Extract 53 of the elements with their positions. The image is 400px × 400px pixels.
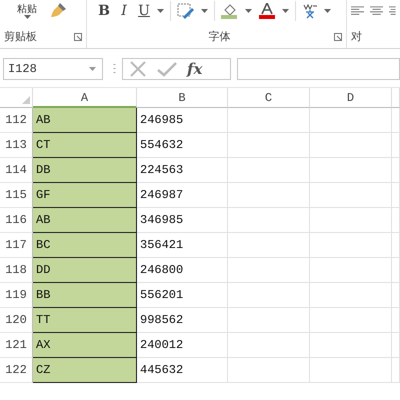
align-left-icon[interactable]	[351, 5, 364, 17]
table-cell: 224563	[137, 158, 228, 183]
group-label: 剪贴板	[4, 29, 37, 44]
table-cell: DB	[33, 158, 137, 183]
table-cell: 246987	[137, 183, 228, 208]
align-right-icon[interactable]	[389, 5, 396, 17]
phonetic-guide-icon[interactable]	[302, 3, 318, 19]
font-color-icon[interactable]	[258, 3, 276, 19]
table-cell: 998562	[137, 308, 228, 333]
table-cell: CT	[33, 133, 137, 158]
table-cell: GF	[33, 183, 137, 208]
table-cell: CZ	[33, 358, 137, 383]
format-button[interactable]: I	[117, 3, 131, 19]
table-cell: 246800	[137, 258, 228, 283]
format-button[interactable]: B	[97, 3, 111, 19]
formula-input[interactable]	[237, 58, 400, 80]
table-cell: DD	[33, 258, 137, 283]
dialog-launcher-icon[interactable]	[74, 32, 82, 40]
border-icon[interactable]	[177, 3, 195, 19]
dialog-launcher-icon[interactable]	[334, 32, 342, 40]
fill-color-icon[interactable]	[221, 3, 239, 19]
table-cell: AB	[33, 108, 137, 133]
caret-icon[interactable]	[157, 9, 164, 13]
table-cell: TT	[33, 308, 137, 333]
table-cell: 346985	[137, 208, 228, 233]
name-box[interactable]: I128	[3, 58, 103, 80]
column-header[interactable]: C	[228, 88, 310, 108]
table-cell: 246985	[137, 108, 228, 133]
table-cell: BB	[33, 283, 137, 308]
column-header[interactable]: B	[137, 88, 228, 108]
caret-icon[interactable]	[89, 67, 96, 71]
group-label: 字体	[208, 29, 230, 44]
caret-icon[interactable]	[201, 9, 208, 13]
enter-check-icon[interactable]	[157, 61, 177, 77]
group-label: 对	[351, 29, 362, 44]
table-cell: AX	[33, 333, 137, 358]
caret-icon[interactable]	[245, 9, 252, 13]
paste-button[interactable]: 粘贴	[17, 4, 37, 14]
table-cell: 556201	[137, 283, 228, 308]
align-center-icon[interactable]	[370, 5, 384, 17]
table-cell: 554632	[137, 133, 228, 158]
table-cell: BC	[33, 233, 137, 258]
table-cell: 356421	[137, 233, 228, 258]
insert-function-button[interactable]: fx	[187, 60, 202, 78]
column-header[interactable]: D	[310, 88, 392, 108]
table-cell: AB	[33, 208, 137, 233]
caret-icon[interactable]	[24, 14, 30, 18]
caret-icon[interactable]	[282, 9, 289, 13]
column-header[interactable]: A	[33, 88, 137, 108]
table-cell: 445632	[137, 358, 228, 383]
table-cell: 240012	[137, 333, 228, 358]
caret-icon[interactable]	[324, 9, 331, 13]
format-button[interactable]: U	[137, 3, 151, 19]
